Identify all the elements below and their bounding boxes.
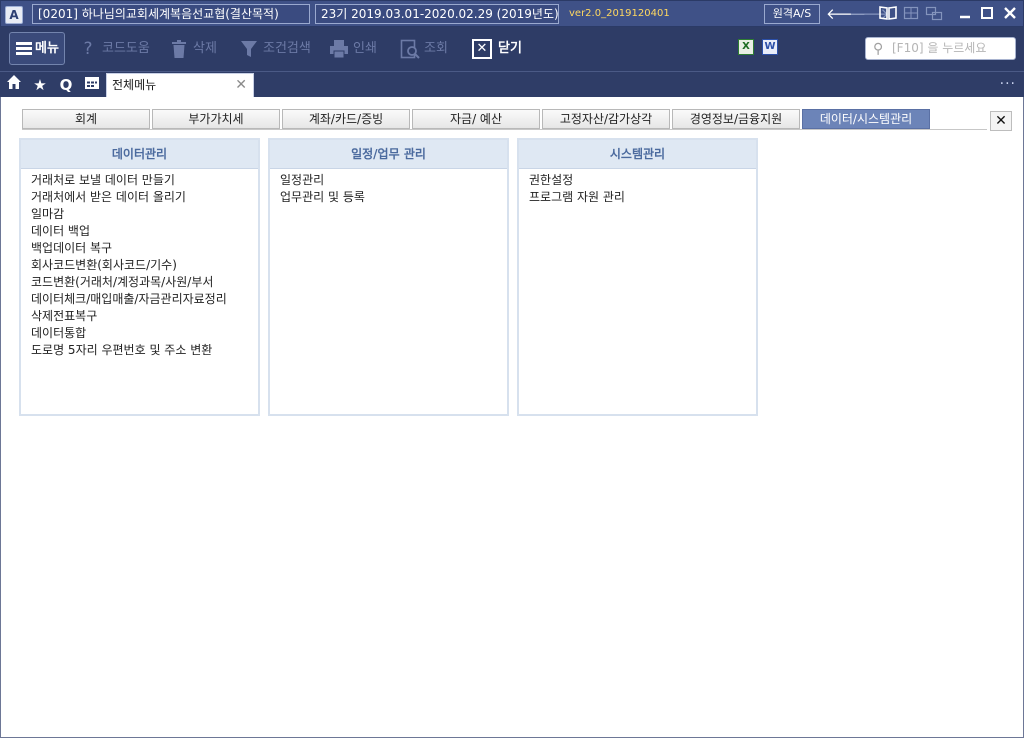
app-logo-icon: A — [5, 6, 23, 24]
tab-category-funds-budget[interactable]: 자금/ 예산 — [412, 109, 540, 129]
calendar-icon[interactable] — [80, 73, 104, 97]
code-help-label: 코드도움 — [102, 41, 150, 56]
home-icon[interactable] — [2, 73, 26, 97]
menu-item[interactable]: 데이터통합 — [31, 325, 258, 342]
more-tabs-icon[interactable]: ··· — [1000, 73, 1016, 95]
tab-category-fixed-assets[interactable]: 고정자산/감가상각 — [542, 109, 670, 129]
print-label: 인쇄 — [353, 41, 377, 56]
tab-category-vat[interactable]: 부가가치세 — [152, 109, 280, 129]
question-icon: ? — [83, 39, 93, 59]
delete-button[interactable]: 삭제 — [169, 37, 217, 61]
query-label: 조회 — [424, 41, 448, 56]
print-button[interactable]: 인쇄 — [329, 37, 377, 61]
search-icon: ⚲ — [873, 41, 884, 57]
tab-category-account-card-evidence[interactable]: 계좌/카드/증빙 — [282, 109, 410, 129]
category-tabs: 회계 부가가치세 계좌/카드/증빙 자금/ 예산 고정자산/감가상각 경영정보/… — [22, 109, 987, 130]
menu-item[interactable]: 거래처로 보낼 데이터 만들기 — [31, 172, 258, 189]
title-bar: A [0201] 하나님의교회세계복음선교협(결산목적) 23기 2019.03… — [0, 0, 1024, 27]
group-data-management: 데이터관리 거래처로 보낼 데이터 만들기 거래처에서 받은 데이터 올리기 일… — [19, 138, 260, 416]
word-icon[interactable]: W — [762, 39, 778, 55]
menu-button[interactable]: 메뉴 — [9, 32, 65, 65]
menu-item[interactable]: 프로그램 자원 관리 — [529, 189, 756, 206]
menu-item[interactable]: 코드변환(거래처/계정과목/사원/부서 — [31, 274, 258, 291]
tab-category-accounting[interactable]: 회계 — [22, 109, 150, 129]
search-doc-icon — [400, 39, 420, 59]
menu-item[interactable]: 데이터체크/매입매출/자금관리자료정리 — [31, 291, 258, 308]
company-selector[interactable]: [0201] 하나님의교회세계복음선교협(결산목적) — [32, 4, 310, 24]
condition-search-button[interactable]: 조건검색 — [239, 37, 311, 61]
fiscal-period-selector[interactable]: 23기 2019.03.01-2020.02.29 (2019년도) — [315, 4, 559, 24]
maximize-icon[interactable] — [978, 5, 996, 23]
minimize-icon[interactable] — [956, 5, 974, 23]
trash-icon — [169, 39, 189, 59]
code-help-button[interactable]: ? 코드도움 — [78, 37, 150, 61]
book-icon[interactable] — [879, 5, 897, 23]
menu-item[interactable]: 일마감 — [31, 206, 258, 223]
menu-item[interactable]: 권한설정 — [529, 172, 756, 189]
group-title: 시스템관리 — [519, 140, 756, 169]
remote-as-button[interactable]: 원격A/S — [764, 4, 820, 24]
printer-icon — [329, 39, 349, 59]
tab-all-menu-label: 전체메뉴 — [112, 78, 157, 92]
favorites-star-icon[interactable]: ★ — [28, 73, 52, 97]
close-icon: ✕ — [472, 39, 492, 59]
quick-query-icon[interactable]: Q — [54, 73, 78, 97]
tab-category-data-system[interactable]: 데이터/시스템관리 — [802, 109, 930, 129]
group-system-management: 시스템관리 권한설정 프로그램 자원 관리 — [517, 138, 758, 416]
condition-search-label: 조건검색 — [263, 41, 311, 56]
back-arrow-icon[interactable]: 🡐 — [826, 5, 866, 23]
menu-item[interactable]: 도로명 5자리 우편번호 및 주소 변환 — [31, 342, 258, 359]
group-schedule-task-management: 일정/업무 관리 일정관리 업무관리 및 등록 — [268, 138, 509, 416]
filter-icon — [239, 39, 259, 59]
close-window-icon[interactable] — [1001, 5, 1019, 23]
forward-arrow-icon[interactable]: 🡒 — [849, 5, 889, 23]
version-label: ver2.0_2019120401 — [569, 8, 670, 19]
close-label: 닫기 — [498, 41, 522, 56]
tab-close-icon[interactable]: ✕ — [235, 74, 247, 97]
tab-category-management-finance[interactable]: 경영정보/금융지원 — [672, 109, 800, 129]
menu-item[interactable]: 회사코드변환(회사코드/기수) — [31, 257, 258, 274]
close-button[interactable]: ✕ 닫기 — [472, 37, 522, 61]
menu-item[interactable]: 삭제전표복구 — [31, 308, 258, 325]
cascade-windows-icon[interactable] — [925, 5, 943, 23]
menu-search-placeholder: [F10] 을 누르세요 — [892, 41, 987, 55]
menu-item[interactable]: 백업데이터 복구 — [31, 240, 258, 257]
query-button[interactable]: 조회 — [400, 37, 448, 61]
panel-close-icon[interactable]: ✕ — [990, 111, 1012, 131]
menu-item[interactable]: 데이터 백업 — [31, 223, 258, 240]
menu-button-label: 메뉴 — [35, 41, 59, 56]
menu-search-input[interactable]: ⚲ [F10] 을 누르세요 — [865, 37, 1016, 60]
all-menu-panel: 회계 부가가치세 계좌/카드/증빙 자금/ 예산 고정자산/감가상각 경영정보/… — [0, 97, 1024, 738]
delete-label: 삭제 — [193, 41, 217, 56]
hamburger-icon — [16, 42, 32, 55]
grid-layout-icon[interactable] — [902, 5, 920, 23]
tab-all-menu[interactable]: 전체메뉴 ✕ — [106, 73, 254, 98]
excel-icon[interactable]: X — [738, 39, 754, 55]
group-title: 일정/업무 관리 — [270, 140, 507, 169]
menu-item[interactable]: 업무관리 및 등록 — [280, 189, 507, 206]
group-title: 데이터관리 — [21, 140, 258, 169]
document-tab-bar: ★ Q 전체메뉴 ✕ ··· — [0, 71, 1024, 98]
menu-item[interactable]: 거래처에서 받은 데이터 올리기 — [31, 189, 258, 206]
menu-item[interactable]: 일정관리 — [280, 172, 507, 189]
